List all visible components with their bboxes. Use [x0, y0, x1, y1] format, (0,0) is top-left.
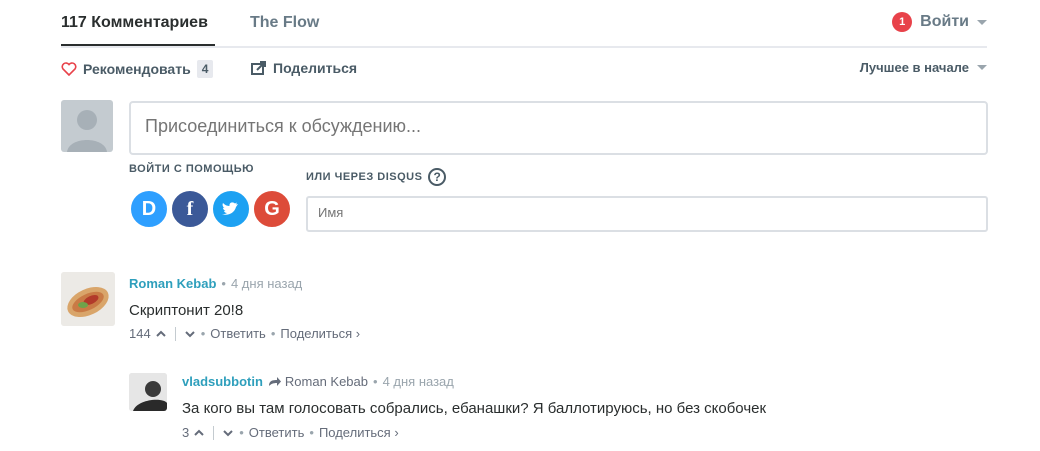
login-menu[interactable]: 1 Войти	[892, 12, 987, 32]
vote-count: 3	[182, 425, 190, 440]
comment-time[interactable]: 4 дня назад	[231, 276, 302, 291]
comment-text: За кого вы там голосовать собрались, еба…	[182, 400, 767, 417]
comment-time[interactable]: 4 дня назад	[383, 374, 454, 389]
heart-icon	[61, 62, 77, 76]
chevron-down-icon[interactable]	[977, 19, 987, 25]
upvote-button[interactable]: 144	[129, 326, 167, 341]
downvote-icon[interactable]	[184, 328, 196, 340]
default-avatar	[61, 100, 113, 152]
avatar[interactable]	[61, 272, 115, 326]
recommend-count: 4	[196, 60, 214, 78]
comment-author[interactable]: Roman Kebab	[129, 276, 216, 291]
vote-count: 144	[129, 326, 151, 341]
comment-footer: 144 • Ответить • Поделиться ›	[129, 326, 361, 341]
share-button[interactable]: Поделиться	[251, 60, 357, 76]
help-icon[interactable]: ?	[428, 168, 447, 186]
actions-bar: Рекомендовать 4 Поделиться Лучшее в нача…	[61, 60, 987, 80]
chevron-up-icon	[194, 429, 204, 436]
recommend-label: Рекомендовать	[83, 61, 191, 77]
share-icon	[251, 61, 266, 75]
comments-nav: 117 Комментариев The Flow 1 Войти	[61, 0, 987, 48]
twitter-icon[interactable]	[211, 189, 251, 229]
tab-the-flow[interactable]: The Flow	[250, 14, 319, 32]
comment-header: vladsubbotin Roman Kebab • 4 дня назад	[182, 374, 454, 389]
recommend-button[interactable]: Рекомендовать 4	[61, 60, 214, 78]
comment-author[interactable]: vladsubbotin	[182, 374, 263, 389]
chevron-up-icon	[155, 330, 166, 337]
share-comment-button[interactable]: Поделиться ›	[319, 425, 399, 440]
sort-label: Лучшее в начале	[859, 60, 969, 75]
comment-text: Скриптонит 20!8	[129, 302, 244, 319]
share-label: Поделиться	[273, 60, 358, 76]
or-disqus-label: ИЛИ ЧЕРЕЗ DISQUS	[306, 171, 423, 183]
disqus-icon[interactable]: D	[129, 189, 169, 229]
name-input[interactable]	[308, 198, 978, 226]
login-with-label: ВОЙТИ С ПОМОЩЬЮ	[129, 163, 254, 175]
comment-composer[interactable]	[129, 101, 988, 155]
user-silhouette-icon	[67, 110, 107, 152]
chevron-down-icon	[977, 65, 987, 70]
or-disqus: ИЛИ ЧЕРЕЗ DISQUS ?	[306, 168, 447, 186]
login-button[interactable]: Войти	[920, 13, 969, 31]
avatar[interactable]	[129, 373, 167, 411]
comment-input[interactable]	[131, 103, 979, 149]
name-field[interactable]	[306, 196, 988, 232]
upvote-button[interactable]: 3	[182, 425, 205, 440]
comment-header: Roman Kebab • 4 дня назад	[129, 276, 303, 291]
reply-button[interactable]: Ответить	[249, 425, 305, 440]
notification-badge[interactable]: 1	[892, 12, 913, 32]
downvote-icon[interactable]	[222, 427, 234, 439]
user-photo-icon	[129, 373, 167, 411]
comment-footer: 3 • Ответить • Поделиться ›	[182, 425, 399, 440]
google-icon[interactable]: G	[252, 189, 292, 229]
share-comment-button[interactable]: Поделиться ›	[280, 326, 360, 341]
active-tab-underline	[61, 44, 215, 46]
facebook-icon[interactable]: f	[170, 189, 210, 229]
tab-comments[interactable]: 117 Комментариев	[61, 14, 208, 32]
reply-to-author[interactable]: Roman Kebab	[285, 374, 368, 389]
sort-dropdown[interactable]: Лучшее в начале	[860, 60, 987, 75]
reply-arrow-icon	[268, 376, 281, 386]
reply-button[interactable]: Ответить	[210, 326, 266, 341]
kebab-avatar-icon	[61, 272, 115, 326]
social-login-buttons: D f G	[129, 189, 293, 229]
